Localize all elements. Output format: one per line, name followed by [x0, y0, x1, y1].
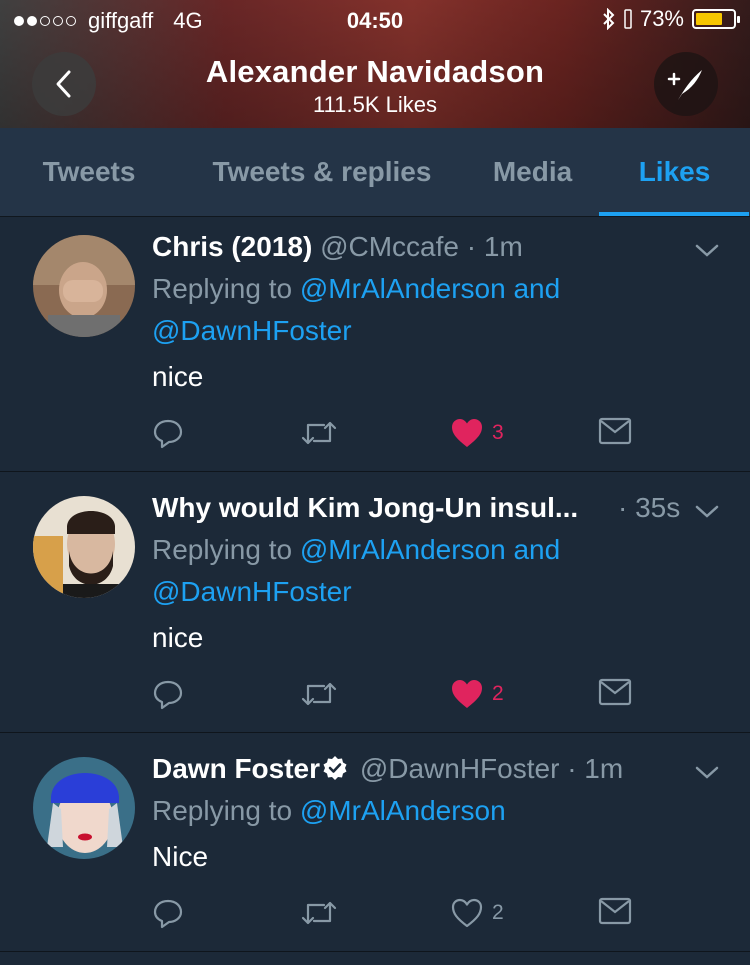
reply-mention-link[interactable]: @MrAlAnderson and [300, 273, 560, 304]
tab-likes-label: Likes [638, 156, 711, 187]
tab-media[interactable]: Media [466, 128, 599, 216]
tab-likes[interactable]: Likes [599, 128, 750, 216]
orientation-lock-icon [624, 9, 632, 29]
replying-to-line: Replying to @MrAlAnderson and [152, 534, 560, 566]
reply-icon [153, 419, 183, 449]
compose-button[interactable] [654, 52, 718, 116]
like-count: 2 [492, 901, 504, 924]
replying-to-line: Replying to @MrAlAnderson and [152, 273, 560, 305]
direct-message-button[interactable] [598, 897, 632, 925]
tweet-header: Chris (2018) @CMccafe · 1m [152, 231, 523, 263]
likes-count-subtitle: 111.5K Likes [313, 92, 437, 117]
tab-tweets-replies[interactable]: Tweets & replies [178, 128, 466, 216]
replying-to-line-2: @DawnHFoster [152, 315, 352, 347]
author-handle[interactable]: @DawnHFoster [360, 753, 560, 784]
direct-message-button[interactable] [598, 678, 632, 706]
profile-tab-bar: Tweets Tweets & replies Media Likes [0, 128, 750, 217]
tab-tweets-replies-label: Tweets & replies [212, 156, 432, 187]
retweet-icon [301, 421, 337, 445]
tweet-text: nice [152, 361, 204, 392]
tweet-time: · 35s [618, 492, 681, 523]
reply-button[interactable] [152, 897, 184, 929]
reply-mention-link[interactable]: @MrAlAnderson and [300, 534, 560, 565]
replying-to-label: Replying to [152, 273, 293, 304]
reply-mention-link[interactable]: @MrAlAnderson [300, 795, 506, 826]
tweet-time: · 1m [466, 231, 523, 262]
battery-icon [692, 9, 740, 29]
battery-fill [696, 13, 723, 25]
tab-tweets-label: Tweets [42, 156, 136, 187]
reply-button[interactable] [152, 678, 184, 710]
status-right: 73% [602, 6, 740, 32]
avatar[interactable] [33, 496, 135, 598]
chevron-down-icon[interactable] [694, 243, 720, 259]
author-name[interactable]: Dawn Foster [152, 753, 320, 784]
active-tab-indicator [599, 212, 749, 216]
tweet-actions: 3 [152, 417, 642, 457]
chevron-down-icon[interactable] [694, 504, 720, 520]
retweet-button[interactable] [300, 417, 338, 449]
like-button[interactable]: 2 [450, 678, 504, 710]
author-name[interactable]: Chris (2018) [152, 231, 312, 262]
tab-media-label: Media [492, 156, 573, 187]
tweet-header: Why would Kim Jong-Un insul... [152, 492, 578, 524]
bluetooth-icon [603, 8, 615, 30]
heart-filled-icon [452, 419, 482, 447]
tweet-time-block: · 35s [618, 492, 680, 524]
replying-to-label: Replying to [152, 795, 293, 826]
header-title-block: Alexander Navidadson 111.5K Likes [0, 54, 750, 118]
avatar[interactable] [33, 757, 135, 859]
status-bar: giffgaff 4G 04:50 73% [0, 0, 750, 40]
replying-to-line: Replying to @MrAlAnderson [152, 795, 506, 827]
reply-icon [153, 680, 183, 710]
profile-name-title: Alexander Navidadson [205, 54, 545, 89]
like-count: 3 [492, 421, 504, 444]
like-count: 2 [492, 682, 504, 705]
avatar[interactable] [33, 235, 135, 337]
like-button[interactable]: 2 [450, 897, 504, 929]
chevron-down-icon[interactable] [694, 765, 720, 781]
tweet-item[interactable]: Dawn Foster @DawnHFoster · 1m Replying t… [0, 733, 750, 952]
reply-icon [153, 899, 183, 929]
tweet-text: nice [152, 622, 204, 653]
reply-mention-link[interactable]: @DawnHFoster [152, 315, 352, 346]
heart-outline-icon [451, 898, 483, 928]
tweet-text: Nice [152, 841, 209, 872]
direct-message-button[interactable] [598, 417, 632, 445]
reply-mention-link[interactable]: @DawnHFoster [152, 576, 352, 607]
author-name[interactable]: Why would Kim Jong-Un insul... [152, 492, 578, 523]
compose-quill-icon [667, 70, 702, 100]
retweet-button[interactable] [300, 897, 338, 929]
retweet-icon [301, 901, 337, 925]
retweet-icon [301, 682, 337, 706]
tweet-item[interactable]: Chris (2018) @CMccafe · 1m Replying to @… [0, 217, 750, 472]
tweet-actions: 2 [152, 897, 642, 937]
envelope-icon [598, 417, 632, 445]
author-handle[interactable]: @CMccafe [320, 231, 459, 262]
envelope-icon [598, 678, 632, 706]
tweet-item[interactable]: Why would Kim Jong-Un insul... · 35s Rep… [0, 472, 750, 733]
like-button[interactable]: 3 [450, 417, 504, 449]
battery-percent: 73% [639, 6, 684, 31]
replying-to-label: Replying to [152, 534, 293, 565]
reply-button[interactable] [152, 417, 184, 449]
tweet-time: · 1m [567, 753, 624, 784]
retweet-button[interactable] [300, 678, 338, 710]
tweet-header: Dawn Foster @DawnHFoster · 1m [152, 753, 623, 785]
replying-to-line-2: @DawnHFoster [152, 576, 352, 608]
verified-badge-icon [323, 756, 347, 780]
heart-filled-icon [452, 680, 482, 708]
tab-tweets[interactable]: Tweets [0, 128, 178, 216]
envelope-icon [598, 897, 632, 925]
tweet-actions: 2 [152, 678, 642, 718]
